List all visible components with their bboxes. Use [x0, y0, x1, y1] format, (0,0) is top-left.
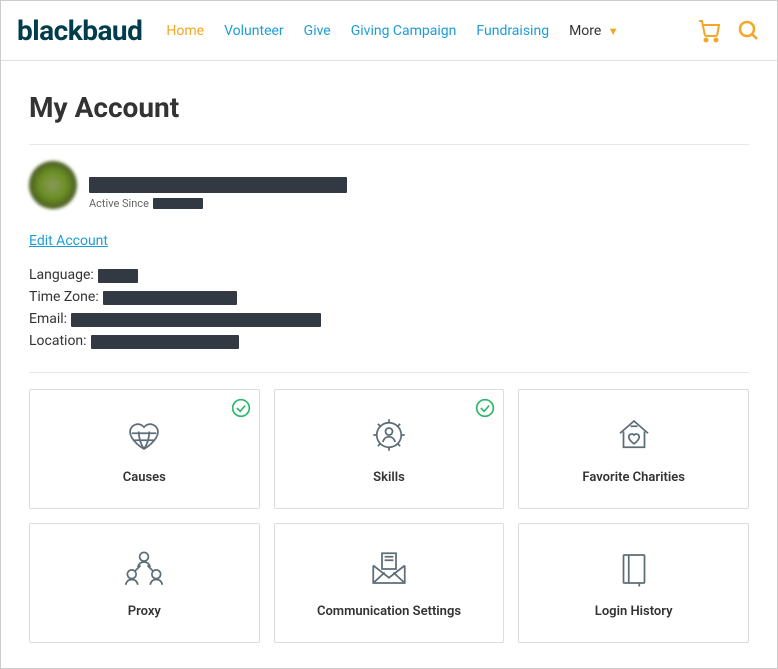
email-row: Email:	[29, 309, 749, 330]
book-icon	[613, 548, 655, 594]
card-label: Login History	[595, 604, 673, 619]
chevron-down-icon: ▼	[608, 25, 619, 38]
email-label: Email:	[29, 309, 67, 330]
header: blackbaud Home Volunteer Give Giving Cam…	[1, 1, 777, 61]
location-value-redacted	[91, 335, 239, 349]
nav-giving-campaign[interactable]: Giving Campaign	[351, 23, 457, 39]
content: My Account Active Since Edit Account Lan…	[1, 61, 777, 663]
location-label: Location:	[29, 331, 87, 352]
heart-globe-icon	[123, 414, 165, 460]
nav-more-label: More	[569, 23, 601, 39]
card-communication-settings[interactable]: Communication Settings	[274, 523, 505, 643]
active-since-label: Active Since	[89, 197, 149, 210]
card-causes[interactable]: Causes	[29, 389, 260, 509]
avatar	[29, 161, 77, 209]
cart-icon[interactable]	[697, 19, 721, 43]
cards-grid: Causes Skills	[29, 389, 749, 643]
nav-fundraising[interactable]: Fundraising	[476, 23, 549, 39]
header-icons	[697, 19, 761, 43]
language-label: Language:	[29, 265, 94, 286]
card-label: Proxy	[128, 604, 161, 619]
divider	[29, 144, 749, 145]
timezone-value-redacted	[103, 291, 237, 305]
check-icon	[475, 398, 495, 422]
location-row: Location:	[29, 331, 749, 352]
active-since-value-redacted	[153, 198, 203, 209]
language-value-redacted	[98, 269, 138, 283]
nav-more[interactable]: More ▼	[569, 23, 619, 39]
card-label: Causes	[123, 470, 166, 485]
card-label: Skills	[373, 470, 405, 485]
card-skills[interactable]: Skills	[274, 389, 505, 509]
card-login-history[interactable]: Login History	[518, 523, 749, 643]
user-name-redacted	[89, 177, 347, 193]
search-icon[interactable]	[737, 19, 761, 43]
brand-logo[interactable]: blackbaud	[17, 14, 142, 47]
house-heart-icon	[613, 414, 655, 460]
active-since: Active Since	[89, 197, 749, 210]
gear-person-icon	[368, 414, 410, 460]
timezone-row: Time Zone:	[29, 287, 749, 308]
page-title: My Account	[29, 91, 749, 124]
card-proxy[interactable]: Proxy	[29, 523, 260, 643]
timezone-label: Time Zone:	[29, 287, 99, 308]
email-value-redacted	[71, 313, 321, 327]
main-nav: Home Volunteer Give Giving Campaign Fund…	[166, 23, 697, 39]
nav-volunteer[interactable]: Volunteer	[224, 23, 284, 39]
card-favorite-charities[interactable]: Favorite Charities	[518, 389, 749, 509]
check-icon	[231, 398, 251, 422]
divider	[29, 372, 749, 373]
envelope-letter-icon	[366, 548, 412, 594]
card-label: Favorite Charities	[582, 470, 684, 485]
edit-account-link[interactable]: Edit Account	[29, 233, 108, 249]
people-icon	[121, 548, 167, 594]
language-row: Language:	[29, 265, 749, 286]
account-info: Language: Time Zone: Email: Location:	[29, 265, 749, 352]
card-label: Communication Settings	[317, 604, 461, 619]
nav-give[interactable]: Give	[304, 23, 331, 39]
nav-home[interactable]: Home	[166, 23, 204, 39]
